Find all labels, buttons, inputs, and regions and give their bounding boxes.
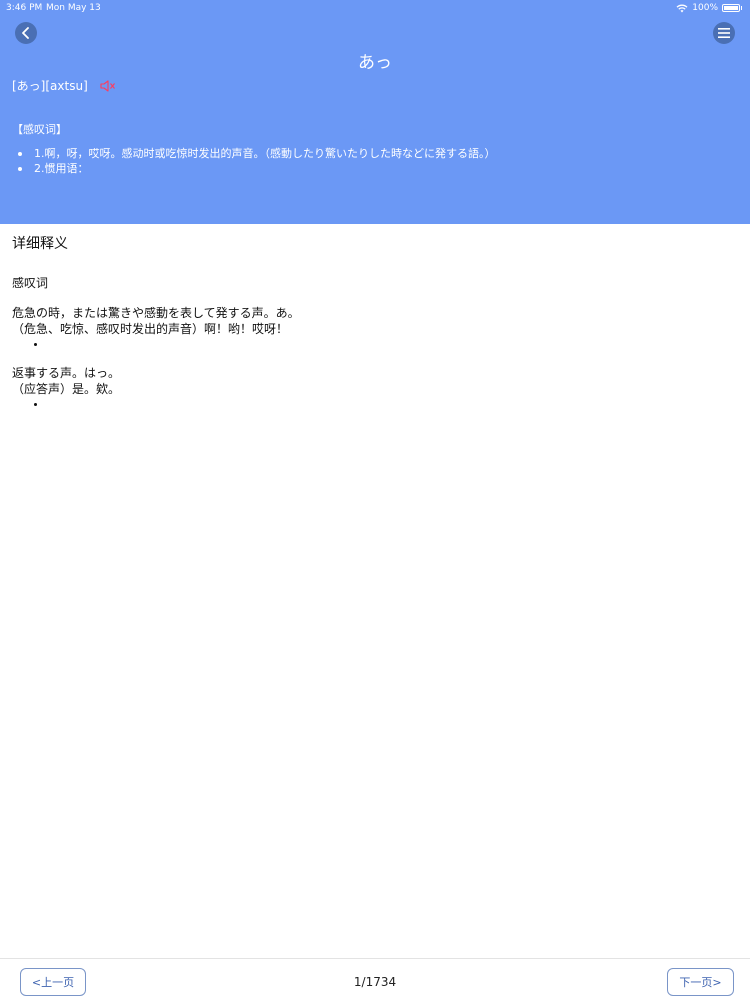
status-date: Mon May 13 [46, 3, 101, 13]
definition-item: 1.啊，呀，哎呀。感动时或吃惊时发出的声音。（感動したり驚いたりした時などに発す… [18, 146, 496, 161]
word-header: 3:46 PM Mon May 13 100% あっ [あっ][axtsu] 【… [0, 0, 750, 224]
detail-entry: 危急の時，または驚きや感動を表して発する声。あ。 （危急、吃惊、感叹时发出的声音… [12, 305, 300, 346]
detail-section: 详细释义 [12, 234, 738, 254]
back-button[interactable] [15, 22, 37, 44]
entry-chinese: （危急、吃惊、感叹时发出的声音）啊！哟！哎呀！ [12, 322, 289, 336]
battery-tip [741, 6, 742, 10]
part-of-speech: 【感叹词】 [12, 123, 67, 136]
definition-list: 1.啊，呀，哎呀。感动时或吃惊时发出的声音。（感動したり驚いたりした時などに発す… [18, 146, 496, 176]
battery-percent: 100% [692, 3, 718, 13]
page-indicator: 1/1734 [353, 975, 397, 989]
status-right: 100% [676, 0, 742, 16]
entry-bullet [34, 403, 37, 406]
chevron-left-icon [22, 27, 29, 39]
status-bar: 3:46 PM Mon May 13 100% [0, 0, 750, 16]
word-title: あっ [358, 53, 392, 73]
menu-icon [718, 28, 730, 38]
section-title: 详细释义 [12, 236, 68, 252]
pronunciation: [あっ][axtsu] [12, 79, 88, 93]
detail-part-of-speech: 感叹词 [12, 276, 49, 290]
entry-japanese: 危急の時，または驚きや感動を表して発する声。あ。 [12, 306, 300, 320]
wifi-icon [676, 4, 688, 12]
footer-bar: <上一页 1/1734 下一页> [0, 958, 750, 1001]
detail-entry: 返事する声。はっ。 （应答声）是。欸。 [12, 365, 120, 406]
definition-item: 2.惯用语： [18, 161, 496, 176]
speaker-icon[interactable] [99, 79, 117, 93]
entry-bullet [34, 343, 37, 346]
entry-chinese: （应答声）是。欸。 [12, 382, 121, 396]
entry-japanese: 返事する声。はっ。 [12, 366, 121, 380]
next-page-button[interactable]: 下一页> [667, 968, 734, 996]
status-time: 3:46 PM [6, 3, 43, 13]
menu-button[interactable] [713, 22, 735, 44]
battery-icon [722, 4, 740, 12]
